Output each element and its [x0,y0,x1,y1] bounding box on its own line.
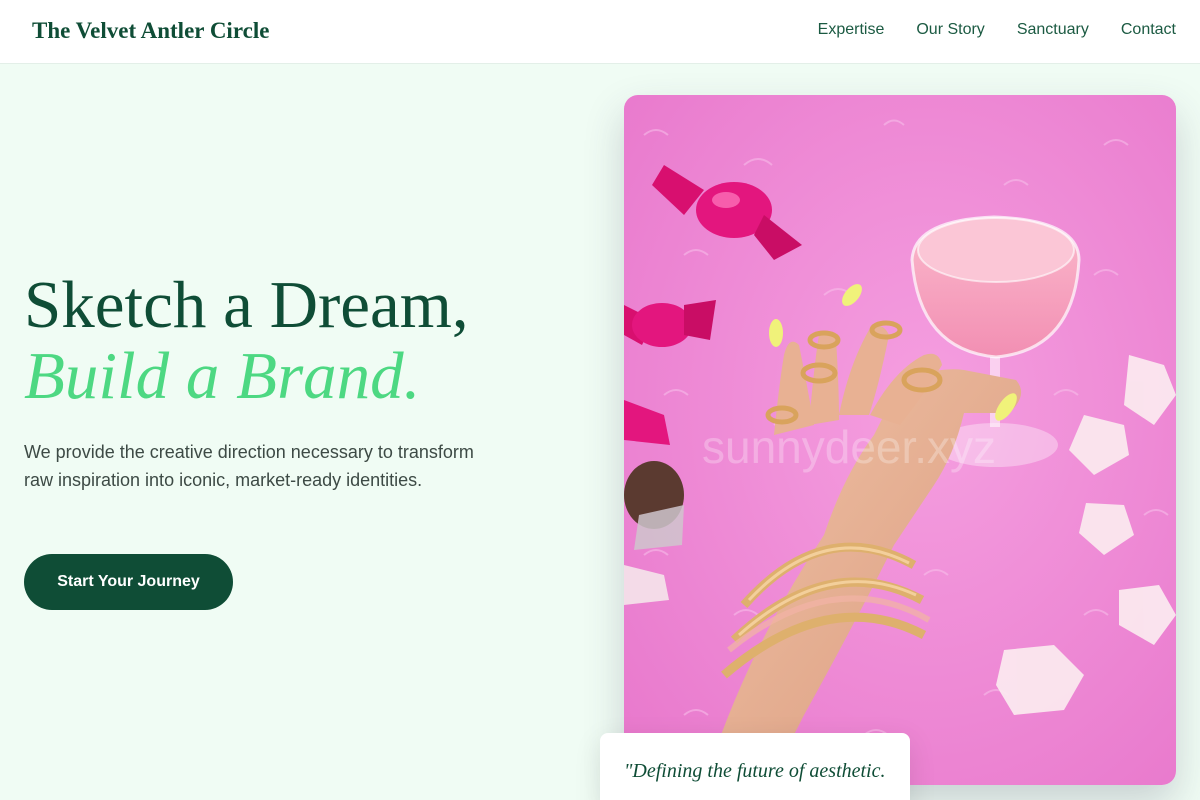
top-navigation-bar: The Velvet Antler Circle Expertise Our S… [0,0,1200,64]
brand-logo-text[interactable]: The Velvet Antler Circle [32,18,269,44]
hero-headline-line2: Build a Brand. [24,339,421,413]
start-journey-button[interactable]: Start Your Journey [24,554,233,610]
hero-photo: sunnydeer.xyz [624,95,1176,785]
hero-headline: Sketch a Dream, Build a Brand. [24,270,584,412]
hero-description: We provide the creative direction necess… [24,442,474,490]
nav-link-sanctuary[interactable]: Sanctuary [1017,21,1089,39]
quote-card: "Defining the future of aesthetic. [600,733,910,800]
hero-headline-line1: Sketch a Dream, [24,268,469,342]
main-nav: Expertise Our Story Sanctuary Contact [818,21,1176,39]
nav-link-expertise[interactable]: Expertise [818,21,885,39]
nav-link-contact[interactable]: Contact [1121,21,1176,39]
watermark-text: sunnydeer.xyz [702,421,996,473]
nav-link-our-story[interactable]: Our Story [916,21,984,39]
quote-text: "Defining the future of aesthetic. [624,760,886,782]
